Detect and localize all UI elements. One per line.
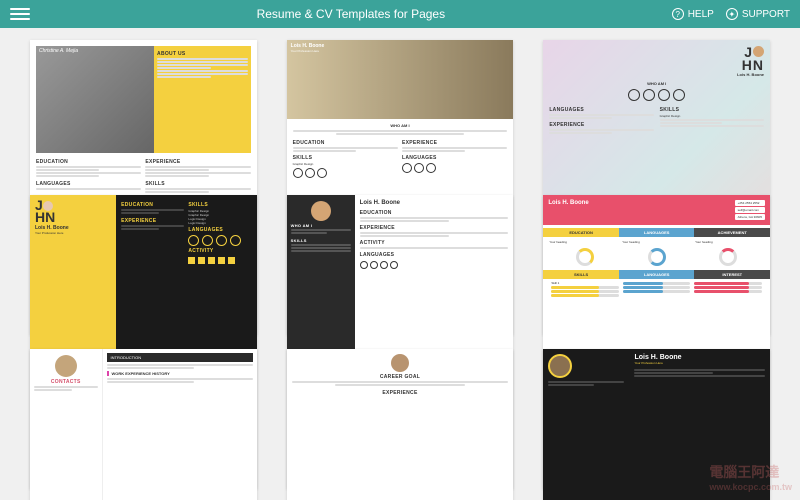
template-card[interactable]: CAREER GOALEXPERIENCE	[287, 349, 514, 500]
avatar	[391, 354, 409, 372]
support-button[interactable]: ✦SUPPORT	[726, 8, 790, 20]
template-card[interactable]: Lois H. BooneYour Profession Here	[543, 349, 770, 500]
menu-button[interactable]	[10, 6, 30, 22]
support-icon: ✦	[726, 8, 738, 20]
template-card[interactable]: CONTACTS INTRODUCTIONWORK EXPERIENCE HIS…	[30, 349, 257, 500]
app-title: Resume & CV Templates for Pages	[30, 7, 672, 21]
hero-image: Lois H. BooneYour Profession Here	[287, 40, 514, 119]
app-header: Resume & CV Templates for Pages ?HELP ✦S…	[0, 0, 800, 28]
avatar	[548, 354, 572, 378]
avatar	[55, 355, 77, 377]
help-icon: ?	[672, 8, 684, 20]
template-grid: Christine A. Mejia ABOUT US EDUCATIONLAN…	[0, 28, 800, 500]
avatar	[311, 201, 331, 221]
photo-placeholder: Christine A. Mejia	[36, 46, 154, 153]
help-button[interactable]: ?HELP	[672, 8, 714, 20]
